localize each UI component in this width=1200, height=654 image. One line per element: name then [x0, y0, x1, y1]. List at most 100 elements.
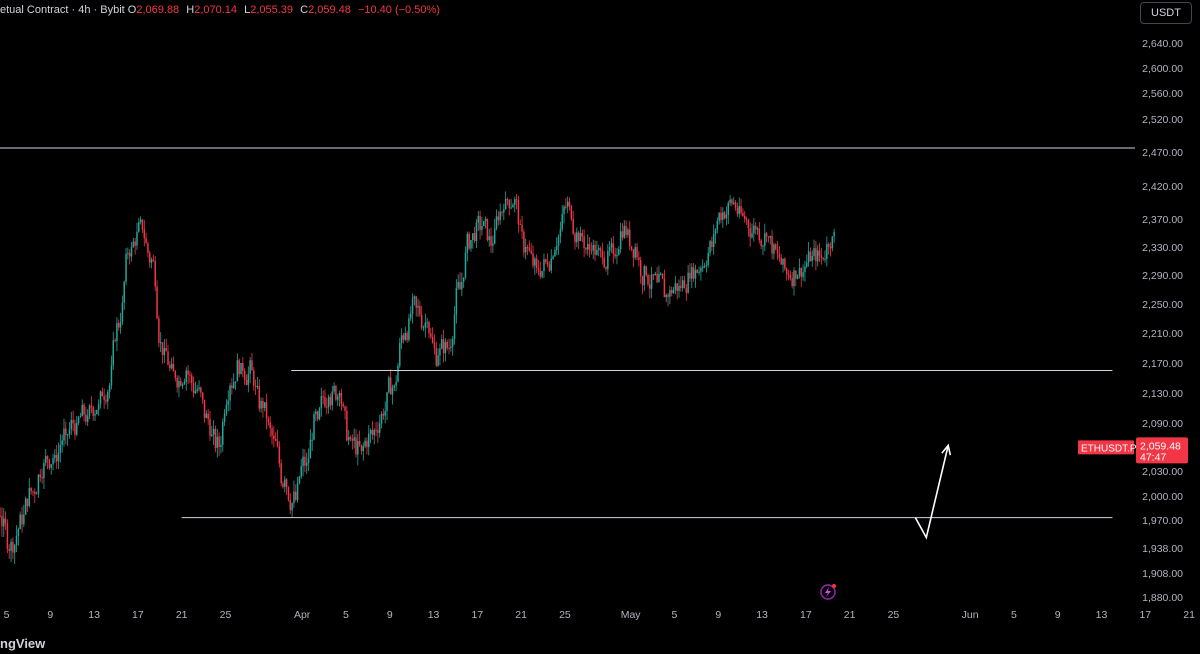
time-tick-label: 21 — [176, 609, 188, 621]
candle-body — [360, 444, 363, 451]
candle-body — [159, 342, 162, 344]
candle-body — [572, 219, 574, 234]
candle-body — [762, 245, 764, 247]
candle-body — [77, 417, 80, 423]
price-tick-label: 2,130.00 — [1142, 388, 1183, 400]
candle-body — [377, 430, 379, 433]
candle-body — [72, 419, 74, 424]
lightning-icon[interactable] — [820, 584, 836, 600]
candle-body — [774, 244, 777, 250]
candle-body — [807, 251, 810, 263]
candle-body — [112, 340, 115, 366]
candle-body — [592, 244, 594, 251]
candle-body — [156, 286, 158, 319]
price-chart[interactable]: 2,640.00 2,600.00 2,560.00 2,520.00 2,470.00… — [0, 0, 1200, 649]
candle-body — [753, 225, 755, 234]
candle-body — [258, 386, 261, 409]
candle-body — [603, 257, 605, 268]
projection-path[interactable] — [914, 445, 949, 540]
candle-body — [787, 274, 790, 276]
candle-body — [426, 322, 428, 324]
candle-body — [716, 221, 719, 230]
change-value: −10.40 (−0.50%) — [357, 4, 440, 16]
candle-body — [66, 434, 69, 436]
candle-body — [545, 259, 547, 262]
price-tick-label: 1,970.00 — [1142, 515, 1183, 527]
candle-body — [353, 437, 355, 441]
candle-body — [282, 483, 284, 487]
candle-body — [555, 245, 558, 251]
candle-body — [610, 243, 613, 248]
candle-body — [424, 322, 427, 328]
candle-body — [639, 260, 642, 277]
candle-body — [514, 199, 516, 205]
close-label: C — [300, 4, 309, 16]
time-tick-label: 21 — [1183, 609, 1195, 621]
candle-body — [302, 456, 304, 467]
candle-body — [384, 411, 386, 416]
candle-body — [304, 456, 306, 466]
candle-body — [789, 275, 792, 279]
candle-body — [660, 273, 662, 275]
candle-body — [674, 283, 677, 290]
time-tick-label: 21 — [844, 609, 856, 621]
candle-body — [791, 278, 793, 287]
candle-body — [88, 405, 91, 416]
low-value: 2,055.39 — [250, 4, 294, 16]
candle-body — [431, 337, 434, 343]
time-tick-label: 5 — [4, 609, 10, 621]
candle-body — [189, 374, 191, 376]
candle-body — [373, 429, 375, 435]
candle-body — [727, 202, 730, 215]
candle-body — [382, 413, 385, 416]
candle-body — [493, 228, 496, 244]
symbol-text: etual Contract · 4h · Bybit — [0, 4, 125, 16]
price-tick-label: 2,370.00 — [1142, 214, 1183, 226]
candle-body — [552, 256, 554, 259]
candle-body — [119, 322, 122, 328]
candle-body — [46, 456, 49, 460]
candle-body — [492, 243, 494, 246]
candle-body — [30, 487, 32, 492]
candle-body — [357, 441, 359, 455]
candle-body — [185, 370, 188, 383]
symbol-tag-text: ETHUSDT.P — [1081, 443, 1137, 454]
candle-body — [601, 250, 604, 258]
candle-body — [207, 413, 209, 420]
candle-body — [231, 385, 233, 388]
price-tick-label: 2,560.00 — [1142, 88, 1183, 100]
candle-body — [599, 248, 602, 251]
candle-body — [661, 273, 664, 279]
candle-body — [174, 371, 177, 378]
candle-body — [178, 380, 180, 388]
candle-body — [413, 296, 416, 299]
candle-body — [4, 518, 7, 524]
candle-body — [623, 226, 626, 238]
candle-body — [19, 514, 21, 530]
candle-body — [229, 385, 231, 401]
projection-layer — [914, 443, 952, 540]
candle-body — [495, 216, 498, 229]
candle-body — [665, 294, 667, 298]
candle-body — [725, 214, 728, 219]
candle-body — [785, 268, 788, 275]
candle-body — [43, 463, 45, 479]
candle-body — [327, 396, 330, 408]
currency-button[interactable]: USDT — [1140, 2, 1192, 24]
candle-body — [344, 406, 346, 411]
candle-body — [687, 272, 689, 293]
candle-body — [48, 459, 51, 468]
price-tick-label: 2,520.00 — [1142, 114, 1183, 126]
candle-body — [141, 219, 144, 230]
candle-body — [473, 233, 476, 241]
candle-body — [718, 212, 720, 222]
time-axis: 5 9 13 17 21 25 Apr 5 9 13 17 21 25 May 5 9 13 17 21 25 Jun 5… — [4, 609, 1196, 621]
candle-body — [568, 201, 571, 206]
candle-body — [190, 375, 193, 384]
candle-body — [305, 463, 308, 466]
candle-body — [778, 254, 781, 258]
candle-body — [340, 393, 343, 404]
price-tick-label: 2,000.00 — [1142, 491, 1183, 503]
chart-canvas[interactable]: 2,640.00 2,600.00 2,560.00 2,520.00 2,470.00… — [0, 0, 1200, 649]
candle-body — [470, 240, 472, 249]
